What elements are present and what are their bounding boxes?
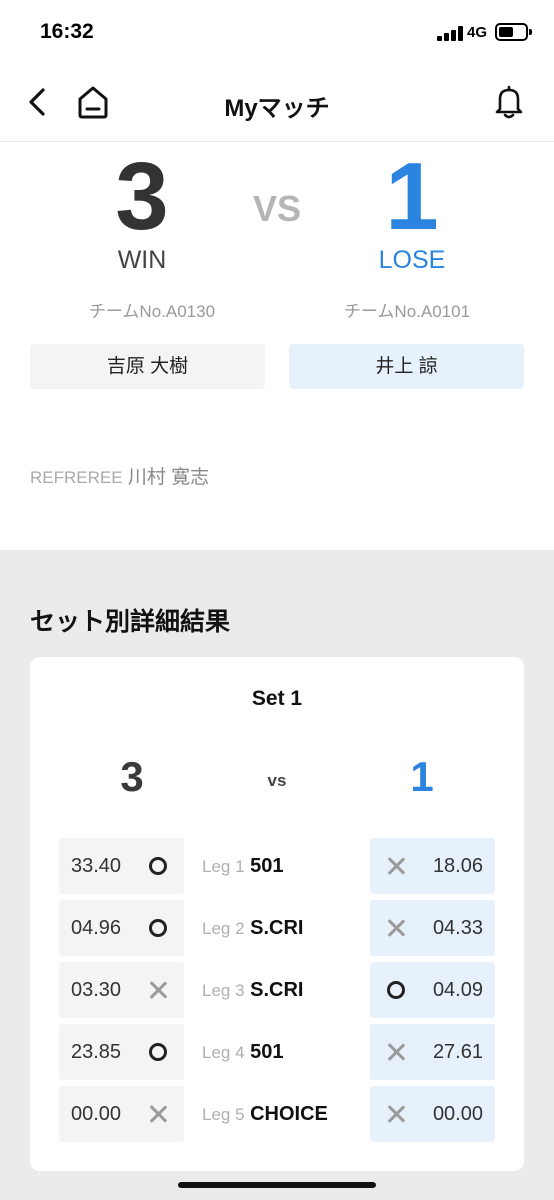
leg-game: S.CRI (250, 917, 304, 939)
right-result: LOSE (378, 246, 446, 274)
circle-icon (148, 918, 168, 938)
nav-bar: Myマッチ (0, 66, 554, 142)
referee-label: REFREREE (30, 468, 123, 487)
left-player[interactable]: 吉原 大樹 (30, 344, 265, 389)
match-summary: 3 VS 1 WIN LOSE チームNo.A0130 チームNo.A0101 … (0, 142, 554, 550)
leg-right-value: 04.33 (432, 917, 483, 939)
leg-left-value: 03.30 (71, 979, 122, 1001)
leg-label: Leg 3 (202, 981, 245, 1000)
leg-row: 03.30 Leg 3 S.CRI 04.09 (30, 962, 524, 1018)
home-indicator[interactable] (178, 1182, 376, 1188)
network-type: 4G (467, 24, 488, 41)
leg-left-cell: 23.85 (59, 1024, 184, 1080)
leg-game: CHOICE (250, 1103, 328, 1125)
page-title: Myマッチ (224, 95, 330, 122)
cross-icon (386, 918, 406, 938)
leg-left-value: 00.00 (71, 1103, 122, 1125)
leg-right-cell: 27.61 (370, 1024, 495, 1080)
circle-icon (386, 980, 406, 1000)
leg-left-cell: 03.30 (59, 962, 184, 1018)
leg-row: 33.40 Leg 1 501 18.06 (30, 838, 524, 894)
leg-label: Leg 4 (202, 1043, 245, 1062)
cross-icon (148, 980, 168, 1000)
section-title: セット別詳細結果 (30, 608, 231, 636)
cross-icon (386, 1042, 406, 1062)
leg-game: 501 (250, 855, 284, 877)
leg-left-cell: 00.00 (59, 1086, 184, 1142)
leg-left-value: 33.40 (71, 855, 122, 877)
battery-icon (495, 23, 532, 41)
set-right-score: 1 (410, 753, 434, 800)
circle-icon (148, 856, 168, 876)
left-total-score: 3 (115, 143, 169, 250)
leg-info: Leg 3 S.CRI (202, 979, 303, 1002)
leg-info: Leg 5 CHOICE (202, 1103, 328, 1126)
status-bar: 16:32 4G (0, 0, 554, 66)
leg-right-value: 00.00 (432, 1103, 483, 1125)
set-left-score: 3 (120, 753, 144, 800)
cross-icon (386, 1104, 406, 1124)
status-time: 16:32 (40, 20, 94, 43)
left-result: WIN (117, 246, 167, 274)
referee-name: 川村 寛志 (127, 467, 210, 488)
leg-game: 501 (250, 1041, 284, 1063)
cross-icon (386, 856, 406, 876)
right-player[interactable]: 井上 諒 (289, 344, 524, 389)
leg-info: Leg 4 501 (202, 1041, 283, 1064)
leg-row: 23.85 Leg 4 501 27.61 (30, 1024, 524, 1080)
leg-row: 00.00 Leg 5 CHOICE 00.00 (30, 1086, 524, 1142)
right-team-number: チームNo.A0101 (343, 302, 471, 321)
leg-info: Leg 2 S.CRI (202, 917, 303, 940)
leg-label: Leg 1 (202, 857, 245, 876)
leg-label: Leg 2 (202, 919, 245, 938)
referee-info: REFREREE 川村 寛志 (30, 462, 209, 489)
leg-left-cell: 33.40 (59, 838, 184, 894)
right-total-score: 1 (385, 143, 439, 250)
leg-left-value: 23.85 (71, 1041, 122, 1063)
set-title: Set 1 (251, 687, 303, 710)
leg-row: 04.96 Leg 2 S.CRI 04.33 (30, 900, 524, 956)
leg-right-value: 04.09 (432, 979, 483, 1001)
circle-icon (148, 1042, 168, 1062)
leg-right-value: 18.06 (432, 855, 483, 877)
leg-right-value: 27.61 (432, 1041, 483, 1063)
leg-game: S.CRI (250, 979, 304, 1001)
set-vs-label: vs (267, 771, 287, 790)
leg-left-cell: 04.96 (59, 900, 184, 956)
notification-button[interactable] (493, 84, 525, 120)
leg-right-cell: 00.00 (370, 1086, 495, 1142)
leg-info: Leg 1 501 (202, 855, 283, 878)
leg-right-cell: 04.33 (370, 900, 495, 956)
bell-icon (495, 85, 523, 119)
cross-icon (148, 1104, 168, 1124)
leg-left-value: 04.96 (71, 917, 122, 939)
leg-right-cell: 04.09 (370, 962, 495, 1018)
leg-label: Leg 5 (202, 1105, 245, 1124)
leg-right-cell: 18.06 (370, 838, 495, 894)
set-card: Set 1 3 vs 1 33.40 Leg 1 501 18.06 04.96 (30, 657, 524, 1171)
signal-icon (437, 26, 463, 41)
set-details-section: セット別詳細結果 Set 1 3 vs 1 33.40 Leg 1 501 18… (0, 550, 554, 1200)
left-team-number: チームNo.A0130 (88, 302, 216, 321)
